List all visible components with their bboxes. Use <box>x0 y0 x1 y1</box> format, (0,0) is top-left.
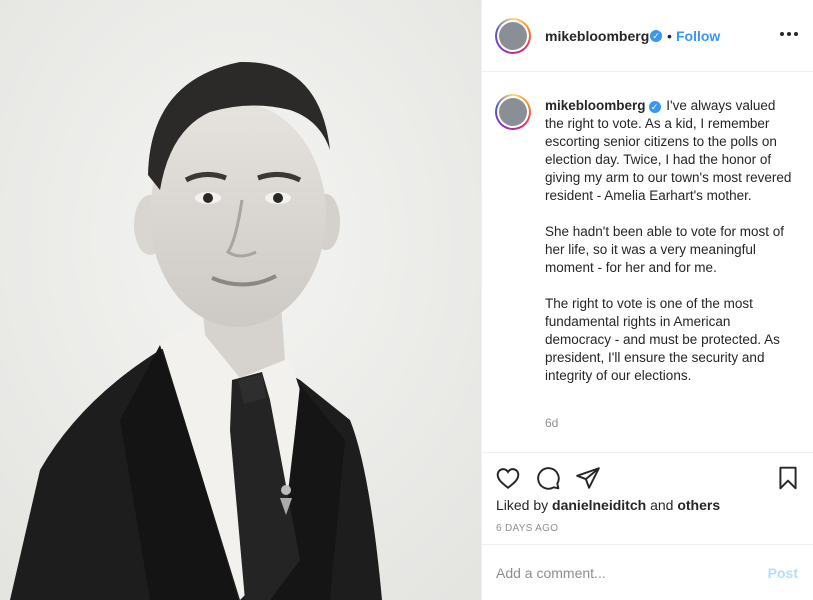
caption-username-link[interactable]: mikebloomberg <box>545 98 646 113</box>
heart-icon[interactable] <box>495 465 521 491</box>
comment-input[interactable] <box>496 563 746 583</box>
post-comment-button[interactable]: Post <box>768 565 798 581</box>
caption-paragraph-2: She hadn't been able to vote for most of… <box>545 224 784 275</box>
follow-button[interactable]: Follow <box>676 28 720 44</box>
post-header: mikebloomberg ✓ • Follow <box>481 0 813 72</box>
caption-avatar[interactable] <box>495 94 531 130</box>
caption-age[interactable]: 6d <box>545 416 558 430</box>
post-photo[interactable] <box>0 0 482 600</box>
portrait-photo <box>0 0 481 600</box>
caption-paragraph-3: The right to vote is one of the most fun… <box>545 296 780 383</box>
likes-summary: Liked by danielneiditch and others <box>496 497 720 513</box>
share-icon[interactable] <box>575 465 601 491</box>
verified-badge-icon: ✓ <box>648 101 661 113</box>
bookmark-icon[interactable] <box>775 465 801 491</box>
caption-paragraph-1: I've always valued the right to vote. As… <box>545 98 792 203</box>
comment-icon[interactable] <box>535 465 561 491</box>
post-caption: mikebloomberg ✓ I've always valued the ri… <box>545 97 795 385</box>
liked-by-user-link[interactable]: danielneiditch <box>552 497 646 513</box>
separator-dot: • <box>667 28 672 44</box>
post-sidebar: mikebloomberg ✓ • Follow mikebloomberg ✓ … <box>481 0 813 600</box>
action-bar: Liked by danielneiditch and others 6 DAY… <box>481 452 813 544</box>
comments-section: mikebloomberg ✓ I've always valued the ri… <box>481 72 813 452</box>
likes-others-link[interactable]: others <box>677 497 720 513</box>
likes-prefix: Liked by <box>496 497 549 513</box>
verified-badge-icon: ✓ <box>650 30 662 42</box>
header-username-link[interactable]: mikebloomberg <box>545 28 649 44</box>
post-date[interactable]: 6 DAYS AGO <box>496 523 558 534</box>
instagram-post: mikebloomberg ✓ • Follow mikebloomberg ✓ … <box>0 0 813 600</box>
likes-and: and <box>650 497 674 513</box>
add-comment-bar: Post <box>481 544 813 600</box>
more-options-icon[interactable] <box>777 22 801 46</box>
avatar[interactable] <box>495 18 531 54</box>
